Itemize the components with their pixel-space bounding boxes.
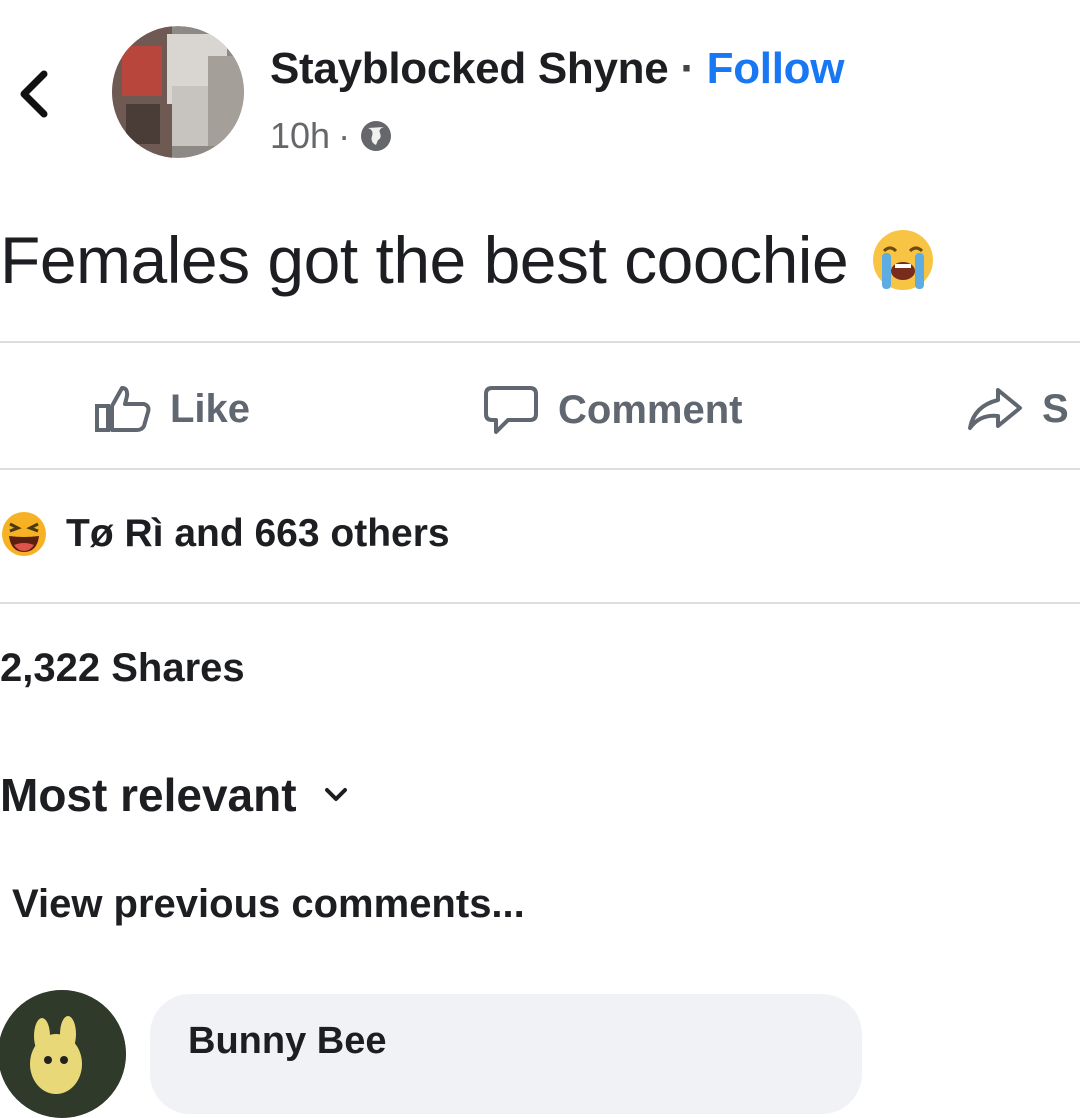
- follow-separator: ·: [680, 44, 695, 93]
- meta-separator: ·: [338, 115, 351, 156]
- comment-label: Comment: [558, 387, 743, 432]
- comment-sort-dropdown[interactable]: Most relevant: [0, 768, 349, 822]
- chevron-left-icon: [20, 70, 48, 118]
- comment-bubble-icon: [484, 386, 538, 434]
- comment-button[interactable]: Comment: [482, 384, 742, 436]
- share-button[interactable]: S: [966, 384, 1069, 434]
- follow-button[interactable]: Follow: [707, 44, 845, 93]
- globe-icon: [361, 121, 392, 151]
- post-body: Females got the best coochie: [0, 223, 849, 297]
- post-text: Females got the best coochie: [0, 222, 936, 298]
- author-line: Stayblocked Shyne · Follow: [270, 44, 844, 94]
- post-meta: 10h ·: [270, 115, 394, 157]
- share-arrow-icon: [968, 388, 1022, 430]
- commenter-avatar[interactable]: [0, 990, 126, 1118]
- chevron-down-icon: [324, 788, 347, 801]
- thumbs-up-icon: [95, 386, 151, 432]
- share-label: S: [1042, 386, 1069, 431]
- view-previous-comments[interactable]: View previous comments...: [12, 882, 525, 927]
- comment-author[interactable]: Bunny Bee: [188, 1020, 386, 1063]
- reactions-text: Tø Rì and 663 others: [66, 512, 450, 555]
- post-time[interactable]: 10h: [270, 115, 330, 157]
- like-label: Like: [170, 386, 251, 431]
- like-button[interactable]: Like: [94, 384, 250, 434]
- sort-label: Most relevant: [0, 769, 297, 821]
- reactions-summary[interactable]: Tø Rì and 663 others: [0, 510, 450, 558]
- laughing-face-icon: [2, 512, 46, 556]
- divider-actions: [0, 468, 1080, 470]
- divider-reactions: [0, 602, 1080, 604]
- loudly-crying-face-icon: [873, 230, 934, 290]
- author-name[interactable]: Stayblocked Shyne: [270, 44, 669, 93]
- shares-count[interactable]: 2,322 Shares: [0, 646, 245, 691]
- back-button[interactable]: [14, 66, 54, 122]
- divider-top: [0, 341, 1080, 343]
- author-avatar[interactable]: [112, 26, 244, 158]
